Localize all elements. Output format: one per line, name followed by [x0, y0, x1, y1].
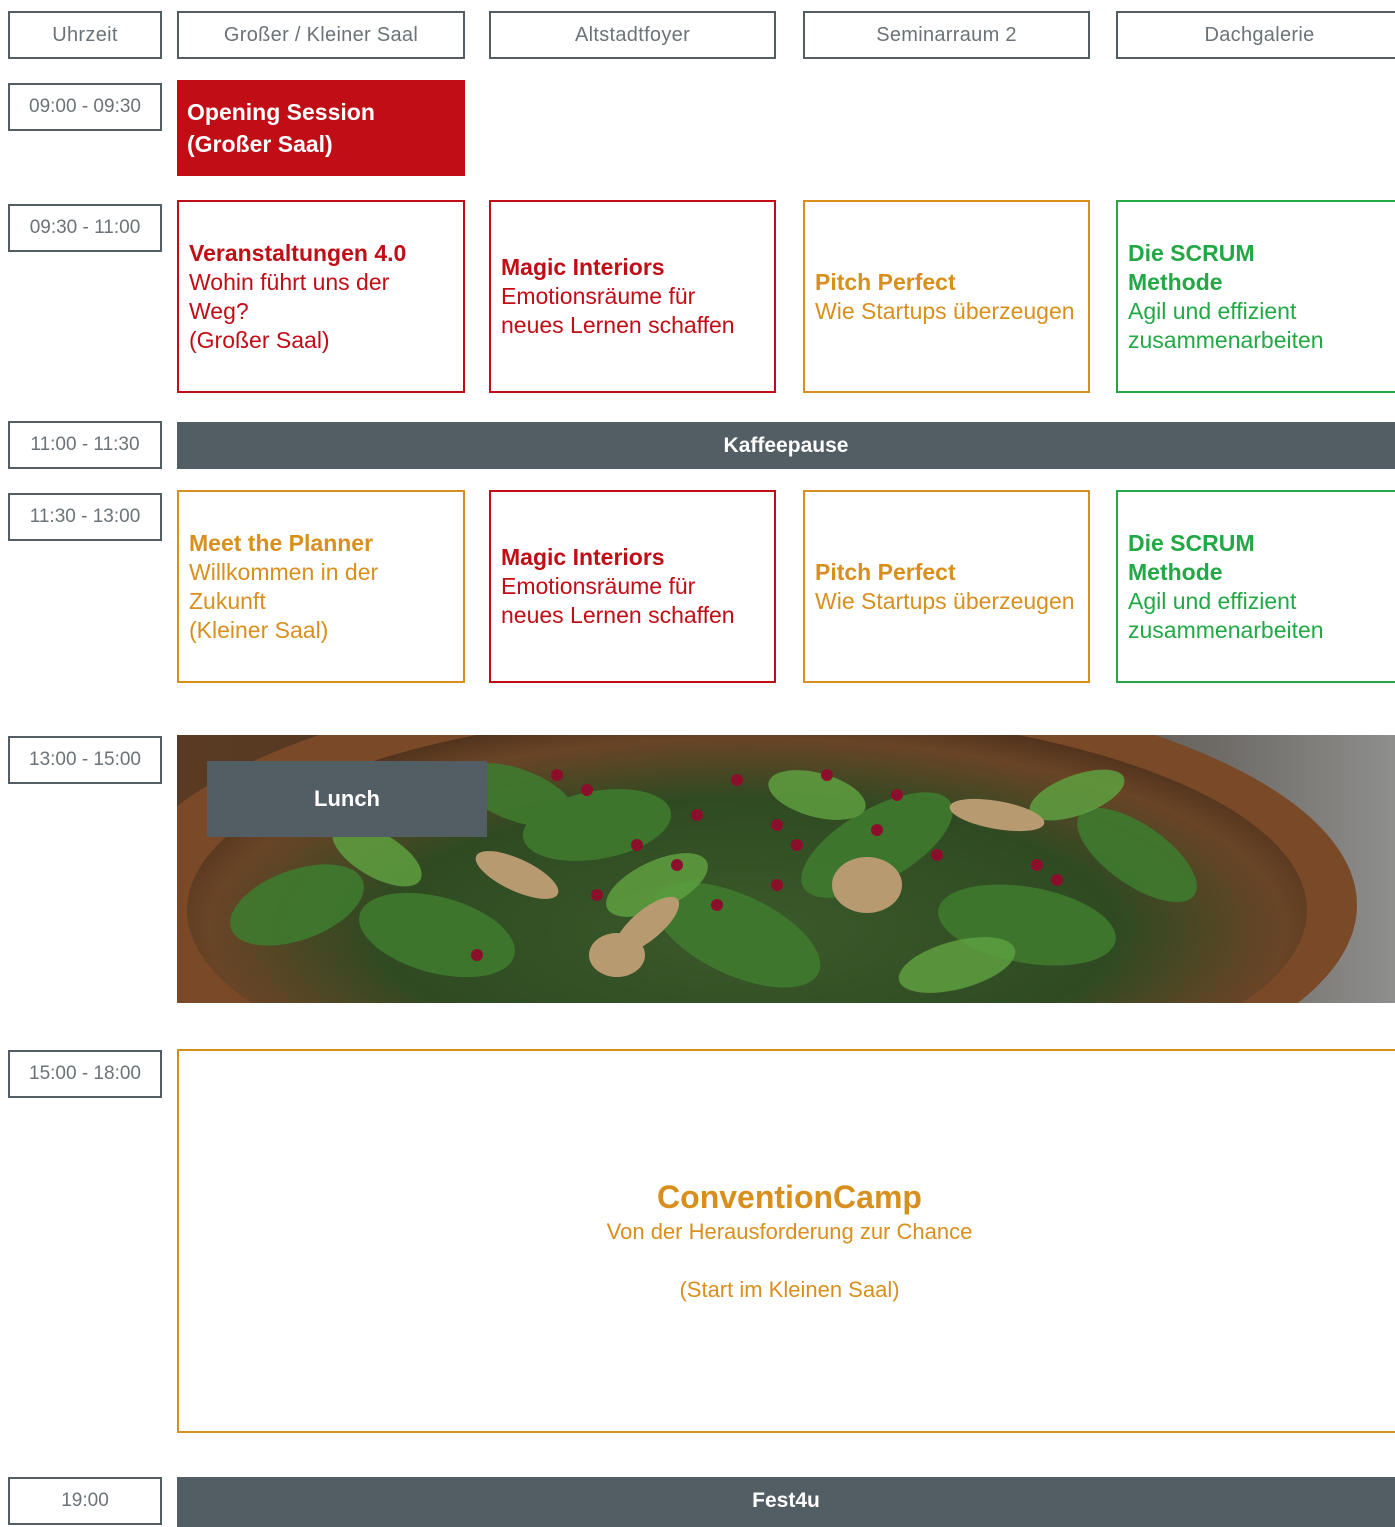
session-line: neues Lernen schaffen — [501, 602, 735, 628]
fest4u-label: Fest4u — [752, 1489, 820, 1512]
session-line: Wie Startups überzeugen — [815, 587, 1075, 614]
header-altstadtfoyer: Altstadtfoyer — [489, 11, 776, 59]
time-slot-1500: 15:00 - 18:00 — [8, 1050, 162, 1098]
time-slot-1100: 11:00 - 11:30 — [8, 421, 162, 469]
convention-camp-venue: (Start im Kleinen Saal) — [679, 1277, 900, 1302]
session-line: Wohin führt uns der — [189, 268, 390, 295]
session-pitch-perfect-1[interactable]: Pitch Perfect Wie Startups überzeugen — [803, 200, 1090, 393]
session-scrum-2[interactable]: Die SCRUM Methode Agil und effizient zus… — [1116, 490, 1395, 683]
coffee-break-label: Kaffeepause — [723, 433, 849, 457]
session-title: Methode — [1128, 268, 1223, 295]
opening-session-title: Opening Session — [187, 99, 375, 125]
session-title: Magic Interiors — [501, 254, 665, 280]
session-line: zusammenarbeiten — [1128, 326, 1324, 353]
session-line: neues Lernen schaffen — [501, 312, 735, 338]
time-slot-1900: 19:00 — [8, 1477, 162, 1525]
session-title: Veranstaltungen 4.0 — [189, 239, 407, 266]
header-dachgalerie: Dachgalerie — [1116, 11, 1395, 59]
session-line: Zukunft — [189, 587, 266, 614]
header-time: Uhrzeit — [8, 11, 162, 59]
convention-camp-title: ConventionCamp — [657, 1179, 922, 1215]
lunch-photo: Lunch — [177, 735, 1395, 1003]
session-line: Agil und effizient — [1128, 587, 1297, 614]
session-line: (Großer Saal) — [189, 326, 330, 353]
convention-camp-subtitle: Von der Herausforderung zur Chance — [606, 1219, 973, 1244]
session-meet-the-planner[interactable]: Meet the Planner Willkommen in der Zukun… — [177, 490, 465, 683]
lunch-label: Lunch — [207, 761, 487, 837]
session-scrum-1[interactable]: Die SCRUM Methode Agil und effizient zus… — [1116, 200, 1395, 393]
session-title: Die SCRUM — [1128, 239, 1255, 266]
session-line: (Kleiner Saal) — [189, 616, 329, 643]
session-title: Meet the Planner — [189, 529, 374, 556]
coffee-break-bar: Kaffeepause — [177, 422, 1395, 469]
session-title: Magic Interiors — [501, 544, 665, 570]
time-slot-0900: 09:00 - 09:30 — [8, 83, 162, 131]
time-slot-1300: 13:00 - 15:00 — [8, 736, 162, 784]
session-line: Emotionsräume für — [501, 573, 696, 599]
opening-session-room: (Großer Saal) — [187, 131, 333, 157]
time-slot-1130: 11:30 - 13:00 — [8, 493, 162, 541]
session-title: Die SCRUM — [1128, 529, 1255, 556]
session-line: Wie Startups überzeugen — [815, 297, 1075, 324]
header-seminarraum-2: Seminarraum 2 — [803, 11, 1090, 59]
session-magic-interiors-2[interactable]: Magic Interiors Emotionsräume für neues … — [489, 490, 776, 683]
opening-session-card[interactable]: Opening Session (Großer Saal) — [177, 80, 465, 176]
session-pitch-perfect-2[interactable]: Pitch Perfect Wie Startups überzeugen — [803, 490, 1090, 683]
session-line: Agil und effizient — [1128, 297, 1297, 324]
header-grosser-kleiner-saal: Großer / Kleiner Saal — [177, 11, 465, 59]
convention-camp-card[interactable]: ConventionCamp Von der Herausforderung z… — [177, 1049, 1395, 1433]
session-line: zusammenarbeiten — [1128, 616, 1324, 643]
session-title: Pitch Perfect — [815, 558, 956, 585]
session-line: Weg? — [189, 297, 249, 324]
session-magic-interiors-1[interactable]: Magic Interiors Emotionsräume für neues … — [489, 200, 776, 393]
session-veranstaltungen-4-0[interactable]: Veranstaltungen 4.0 Wohin führt uns der … — [177, 200, 465, 393]
session-line: Willkommen in der — [189, 558, 379, 585]
fest4u-bar: Fest4u — [177, 1477, 1395, 1527]
time-slot-0930: 09:30 - 11:00 — [8, 204, 162, 252]
session-title: Methode — [1128, 558, 1223, 585]
session-title: Pitch Perfect — [815, 268, 956, 295]
session-line: Emotionsräume für — [501, 283, 696, 309]
